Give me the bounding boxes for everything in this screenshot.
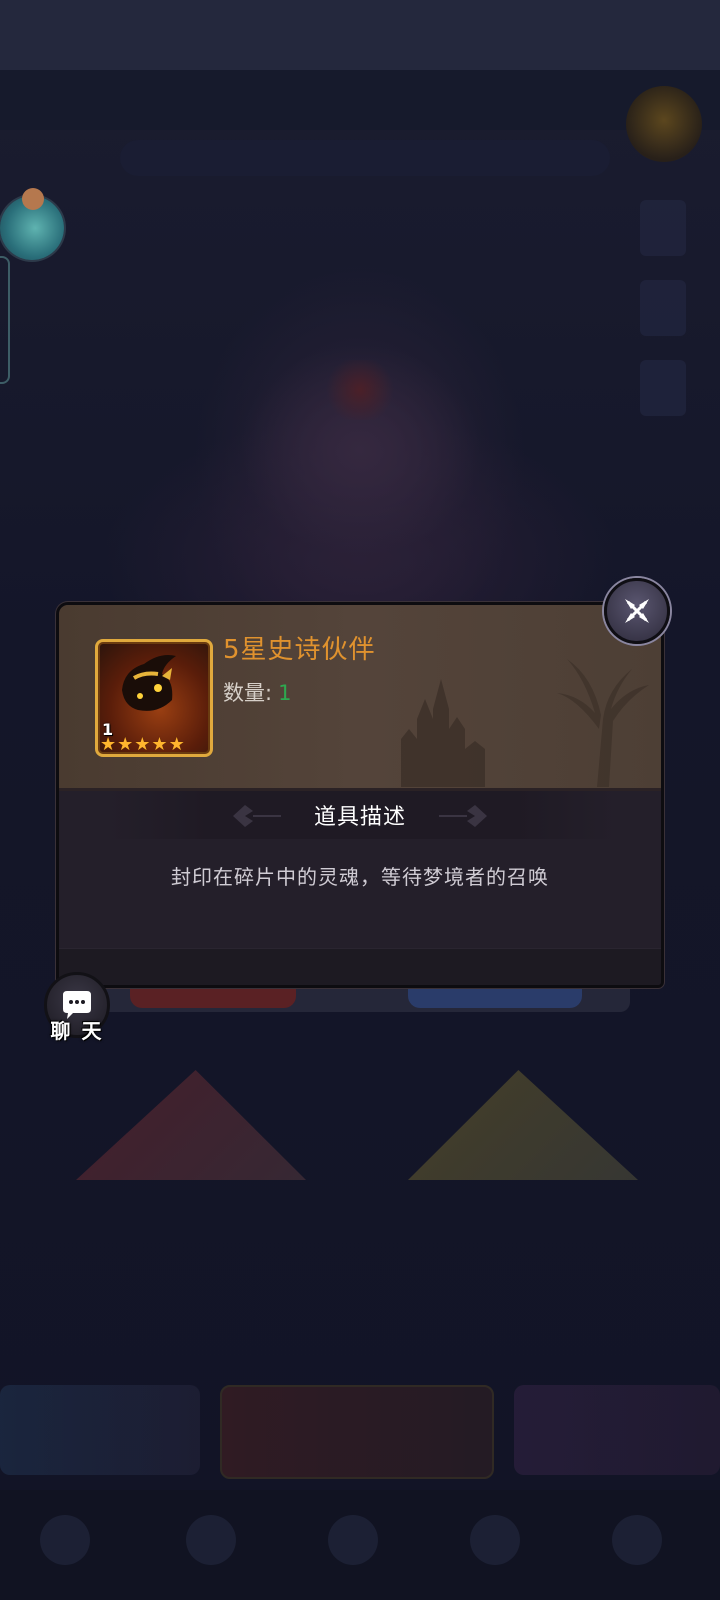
side-menu-button-1 bbox=[640, 200, 686, 256]
nav-icon-1 bbox=[40, 1515, 90, 1565]
floating-assistant-avatar[interactable] bbox=[0, 188, 64, 260]
star-icon: ★ bbox=[151, 734, 168, 755]
section-title: 道具描述 bbox=[313, 805, 406, 830]
item-title: 5星史诗伙伴 bbox=[223, 635, 376, 665]
nav-icon-5 bbox=[612, 1515, 662, 1565]
top-bar bbox=[0, 0, 720, 70]
side-menu-button-2 bbox=[640, 280, 686, 336]
close-button[interactable] bbox=[604, 578, 670, 644]
star-rating: ★ ★ ★ ★ ★ bbox=[100, 736, 185, 754]
red-summon-tile bbox=[76, 1070, 306, 1180]
star-icon: ★ bbox=[117, 734, 134, 755]
star-icon: ★ bbox=[100, 734, 117, 755]
dialog-frame: 1 ★ ★ ★ ★ ★ 5星史诗伙伴 数量: 1 道具描述 封印在碎片中的灵魂，… bbox=[56, 602, 664, 988]
resource-bar bbox=[0, 70, 720, 130]
dialog-footer bbox=[59, 948, 661, 985]
side-menu-button-3 bbox=[640, 360, 686, 416]
central-monument bbox=[160, 300, 560, 600]
tree-silhouette-icon bbox=[557, 659, 649, 787]
chat-label[interactable]: 聊 天 bbox=[44, 1015, 110, 1044]
castle-silhouette-icon bbox=[401, 679, 485, 787]
item-icon-frame: 1 ★ ★ ★ ★ ★ bbox=[95, 639, 213, 757]
star-icon: ★ bbox=[134, 734, 151, 755]
item-description: 封印在碎片中的灵魂，等待梦境者的召唤 bbox=[171, 865, 549, 889]
floating-side-panel[interactable] bbox=[0, 256, 10, 384]
quantity-value: 1 bbox=[278, 681, 292, 705]
nav-icon-2 bbox=[186, 1515, 236, 1565]
event-banner-1 bbox=[0, 1385, 200, 1475]
epic-partner-icon bbox=[122, 655, 176, 711]
monument-crest bbox=[322, 360, 398, 420]
event-banner-2 bbox=[220, 1385, 494, 1479]
item-detail-dialog: 1 ★ ★ ★ ★ ★ 5星史诗伙伴 数量: 1 道具描述 封印在碎片中的灵魂，… bbox=[56, 602, 664, 988]
star-icon: ★ bbox=[168, 734, 185, 755]
nav-icon-4 bbox=[470, 1515, 520, 1565]
nav-icon-3 bbox=[328, 1515, 378, 1565]
scrolling-notice bbox=[120, 140, 610, 176]
yellow-summon-tile bbox=[408, 1070, 638, 1180]
dialog-header: 1 ★ ★ ★ ★ ★ 5星史诗伙伴 数量: 1 bbox=[59, 605, 661, 791]
quantity-row: 数量: 1 bbox=[223, 677, 291, 707]
event-banner-3 bbox=[514, 1385, 720, 1475]
close-icon bbox=[625, 599, 649, 623]
player-avatar bbox=[626, 86, 702, 162]
quantity-label: 数量: bbox=[223, 681, 273, 705]
